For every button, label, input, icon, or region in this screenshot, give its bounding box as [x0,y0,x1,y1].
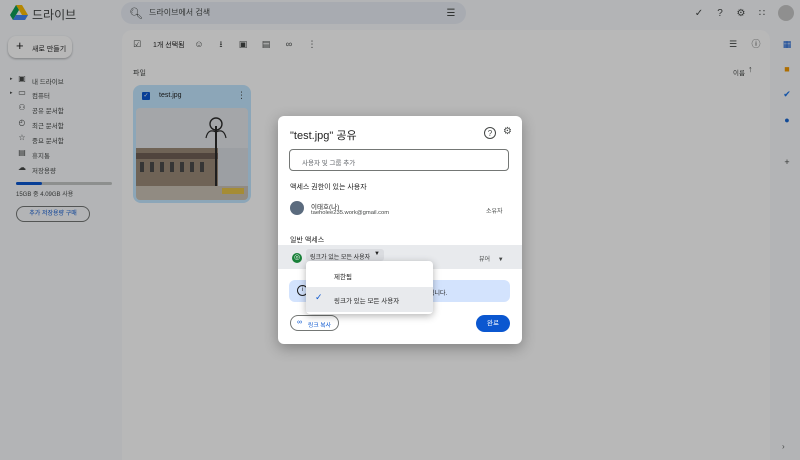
settings-icon[interactable]: ⚙ [503,126,512,137]
user-email: taeholee235.work@gmail.com [311,210,390,216]
general-access-heading: 일반 액세스 [290,237,325,244]
done-button[interactable]: 완료 [476,315,510,332]
menu-item-restricted[interactable]: 제한됨 [334,271,352,281]
chevron-down-icon: ▼ [497,257,504,263]
drive-app: 드라이브 🔍︎ 드라이브에서 검색 ☰ ✓ ? ⚙ ∷ + 새로 만들기 ▸ ▣… [0,0,800,460]
help-icon[interactable]: ? [484,127,496,139]
copy-link-button[interactable]: ∞ 링크 복사 [290,315,339,331]
role-value: 뷰어 [479,257,491,263]
chevron-right-icon[interactable]: › [782,442,785,451]
dialog-title: "test.jpg" 공유 [290,130,357,142]
link-icon: ∞ [297,319,302,326]
general-access-select[interactable]: 링크가 있는 모든 사용자 ▼ [306,249,384,261]
add-people-input[interactable]: 사용자 및 그룹 추가 [289,149,509,171]
role-select[interactable]: 뷰어 ▼ [479,254,504,263]
chevron-down-icon: ▼ [374,251,380,257]
user-role: 소유자 [486,209,503,215]
copy-link-label: 링크 복사 [308,323,331,329]
avatar [290,201,304,215]
check-icon: ✓ [315,292,323,302]
access-heading: 액세스 권한이 있는 사용자 [290,184,367,191]
globe-icon: ◎ [292,253,302,263]
general-access-value: 링크가 있는 모든 사용자 [310,255,371,261]
menu-item-anyone-label[interactable]: 링크가 있는 모든 사용자 [334,295,399,305]
